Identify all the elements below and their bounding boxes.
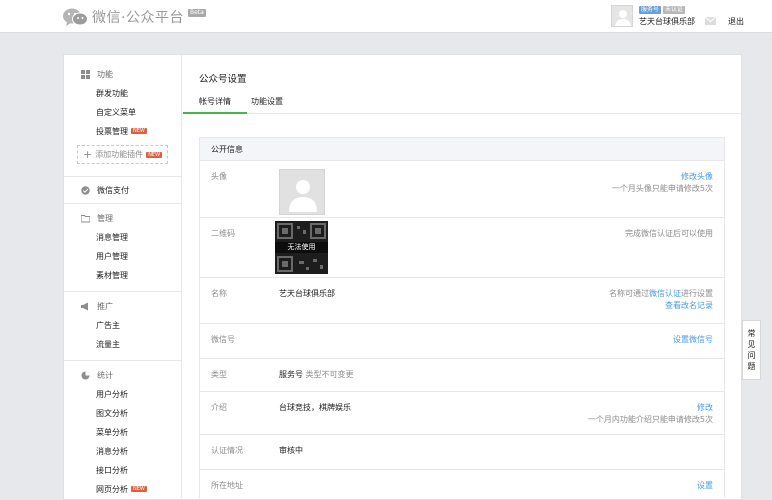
megaphone-icon <box>81 302 90 311</box>
row-actions: 设置 <box>697 480 713 492</box>
intro-value: 台球竞技，棋牌娱乐 <box>279 403 351 412</box>
set-wechat-id-link[interactable]: 设置微信号 <box>673 335 713 344</box>
beta-badge: Beta <box>187 9 206 17</box>
sidebar-item-users[interactable]: 用户管理 <box>64 247 181 266</box>
row-name: 名称 艺天台球俱乐部 名称可通过微信认证进行设置 查看改名记录 <box>200 278 724 324</box>
avatar[interactable] <box>611 5 633 27</box>
row-wechat-id: 微信号 设置微信号 <box>200 324 724 359</box>
sidebar-item-custom-menu[interactable]: 自定义菜单 <box>64 103 181 122</box>
logout-link[interactable]: 退出 <box>728 16 744 27</box>
sidebar-item-api-analysis[interactable]: 接口分析 <box>64 461 181 480</box>
wechat-logo-icon <box>62 7 88 27</box>
unverified-tag: 未认证 <box>663 5 686 14</box>
faq-float-button[interactable]: 常 见 问 题 <box>742 320 761 380</box>
user-silhouette-icon <box>615 10 631 26</box>
row-label: 微信号 <box>211 335 235 344</box>
set-address-link[interactable]: 设置 <box>697 481 713 490</box>
tab-account-details[interactable]: 帐号详情 <box>183 89 247 114</box>
logo-text: 微信·公众平台 <box>92 10 184 26</box>
sidebar-item-wechat-pay[interactable]: 微信支付 <box>64 177 181 204</box>
row-label: 名称 <box>211 289 227 298</box>
sidebar-item-user-analysis[interactable]: 用户分析 <box>64 385 181 404</box>
sidebar-item-vote[interactable]: 投票管理 NEW <box>64 122 181 141</box>
sidebar-item-advertiser[interactable]: 广告主 <box>64 316 181 335</box>
sidebar-item-article-analysis[interactable]: 图文分析 <box>64 404 181 423</box>
type-note: 类型不可变更 <box>305 370 354 379</box>
rename-history-link[interactable]: 查看改名记录 <box>665 301 713 310</box>
row-label: 介绍 <box>211 403 227 412</box>
user-silhouette-icon <box>289 180 317 212</box>
row-actions: 完成微信认证后可以使用 <box>625 228 713 240</box>
verification-status: 审核中 <box>279 446 303 455</box>
sidebar-heading-function: 功能 <box>64 65 181 84</box>
edit-intro-link[interactable]: 修改 <box>697 403 713 412</box>
sidebar: 功能 群发功能 自定义菜单 投票管理 NEW + 添加功能插件 NEW 微信支付 … <box>64 55 182 500</box>
row-verification: 认证情况 审核中 <box>200 435 724 470</box>
main-panel: 功能 群发功能 自定义菜单 投票管理 NEW + 添加功能插件 NEW 微信支付 … <box>63 54 742 500</box>
plus-icon: + <box>82 148 93 161</box>
account-avatar <box>279 169 325 215</box>
account-name[interactable]: 艺天台球俱乐部 <box>639 16 695 27</box>
section-title: 公开信息 <box>200 138 724 161</box>
grid-icon <box>81 70 90 79</box>
sidebar-item-menu-analysis[interactable]: 菜单分析 <box>64 423 181 442</box>
account-info: 服务号 未认证 艺天台球俱乐部 <box>639 5 695 27</box>
account-name-value: 艺天台球俱乐部 <box>279 289 335 298</box>
row-actions: 名称可通过微信认证进行设置 查看改名记录 <box>609 289 713 310</box>
row-label: 头像 <box>211 172 227 181</box>
new-badge: NEW <box>131 486 147 492</box>
account-area: 服务号 未认证 艺天台球俱乐部 退出 <box>611 3 772 29</box>
pay-icon <box>81 185 90 195</box>
new-badge: NEW <box>146 151 163 158</box>
intro-hint: 一个月内功能介绍只能申请修改5次 <box>587 415 713 424</box>
top-bar: 微信·公众平台 Beta 服务号 未认证 艺天台球俱乐部 退出 <box>0 0 772 33</box>
new-badge: NEW <box>131 128 147 134</box>
row-label: 类型 <box>211 370 227 379</box>
row-label: 认证情况 <box>211 446 243 455</box>
sidebar-item-web-analysis[interactable]: 网页分析 NEW <box>64 480 181 499</box>
folder-icon <box>81 214 90 223</box>
row-label: 二维码 <box>211 229 235 238</box>
sidebar-section-manage: 管理 消息管理 用户管理 素材管理 <box>64 204 181 292</box>
sidebar-heading-manage: 管理 <box>64 209 181 228</box>
sidebar-item-message-analysis[interactable]: 消息分析 <box>64 442 181 461</box>
add-plugin-button[interactable]: + 添加功能插件 NEW <box>77 145 168 164</box>
pie-chart-icon <box>81 371 90 380</box>
logo[interactable]: 微信·公众平台 Beta <box>62 6 206 28</box>
wechat-verify-link[interactable]: 微信认证 <box>649 289 681 298</box>
page-title: 公众号设置 <box>199 74 247 85</box>
mail-icon[interactable] <box>704 16 717 25</box>
account-tags: 服务号 未认证 <box>639 5 695 14</box>
sidebar-heading-promo: 推广 <box>64 297 181 316</box>
row-address: 所在地址 设置 <box>200 470 724 500</box>
sidebar-heading-stats: 统计 <box>64 366 181 385</box>
row-actions: 修改 一个月内功能介绍只能申请修改5次 <box>588 402 713 426</box>
public-info-card: 公开信息 头像 修改头像 一个月头像只能申请修改5次 二维码 无法使用 完成微信… <box>199 137 725 500</box>
row-qrcode: 二维码 无法使用 完成微信认证后可以使用 <box>200 218 724 278</box>
qrcode-hint: 完成微信认证后可以使用 <box>625 229 713 238</box>
row-label: 所在地址 <box>211 481 243 490</box>
account-type-value: 服务号 类型不可变更 <box>279 370 354 379</box>
sidebar-item-materials[interactable]: 素材管理 <box>64 266 181 285</box>
change-avatar-link[interactable]: 修改头像 <box>681 172 713 181</box>
row-actions: 设置微信号 <box>673 334 713 346</box>
qrcode-image: 无法使用 <box>275 221 328 274</box>
sidebar-item-traffic-owner[interactable]: 流量主 <box>64 335 181 354</box>
sidebar-item-messages[interactable]: 消息管理 <box>64 228 181 247</box>
tab-feature-settings[interactable]: 功能设置 <box>251 89 283 114</box>
sidebar-section-promo: 推广 广告主 流量主 <box>64 292 181 361</box>
row-actions: 修改头像 一个月头像只能申请修改5次 <box>612 171 713 195</box>
service-account-tag: 服务号 <box>639 5 662 14</box>
sidebar-heading-label: 功能 <box>97 70 113 79</box>
sidebar-section-function: 功能 群发功能 自定义菜单 投票管理 NEW + 添加功能插件 NEW <box>64 55 181 177</box>
tab-bar: 帐号详情 功能设置 <box>183 89 741 114</box>
row-intro: 介绍 台球竞技，棋牌娱乐 修改 一个月内功能介绍只能申请修改5次 <box>200 392 724 435</box>
avatar-hint: 一个月头像只能申请修改5次 <box>611 184 713 193</box>
content-area: 公众号设置 帐号详情 功能设置 公开信息 头像 修改头像 一个月头像只能申请修改… <box>183 55 741 500</box>
qrcode-unavailable-label: 无法使用 <box>275 242 328 253</box>
row-type: 类型 服务号 类型不可变更 <box>200 359 724 392</box>
sidebar-section-stats: 统计 用户分析 图文分析 菜单分析 消息分析 接口分析 网页分析 NEW <box>64 361 181 500</box>
sidebar-item-mass-send[interactable]: 群发功能 <box>64 84 181 103</box>
row-avatar: 头像 修改头像 一个月头像只能申请修改5次 <box>200 161 724 218</box>
